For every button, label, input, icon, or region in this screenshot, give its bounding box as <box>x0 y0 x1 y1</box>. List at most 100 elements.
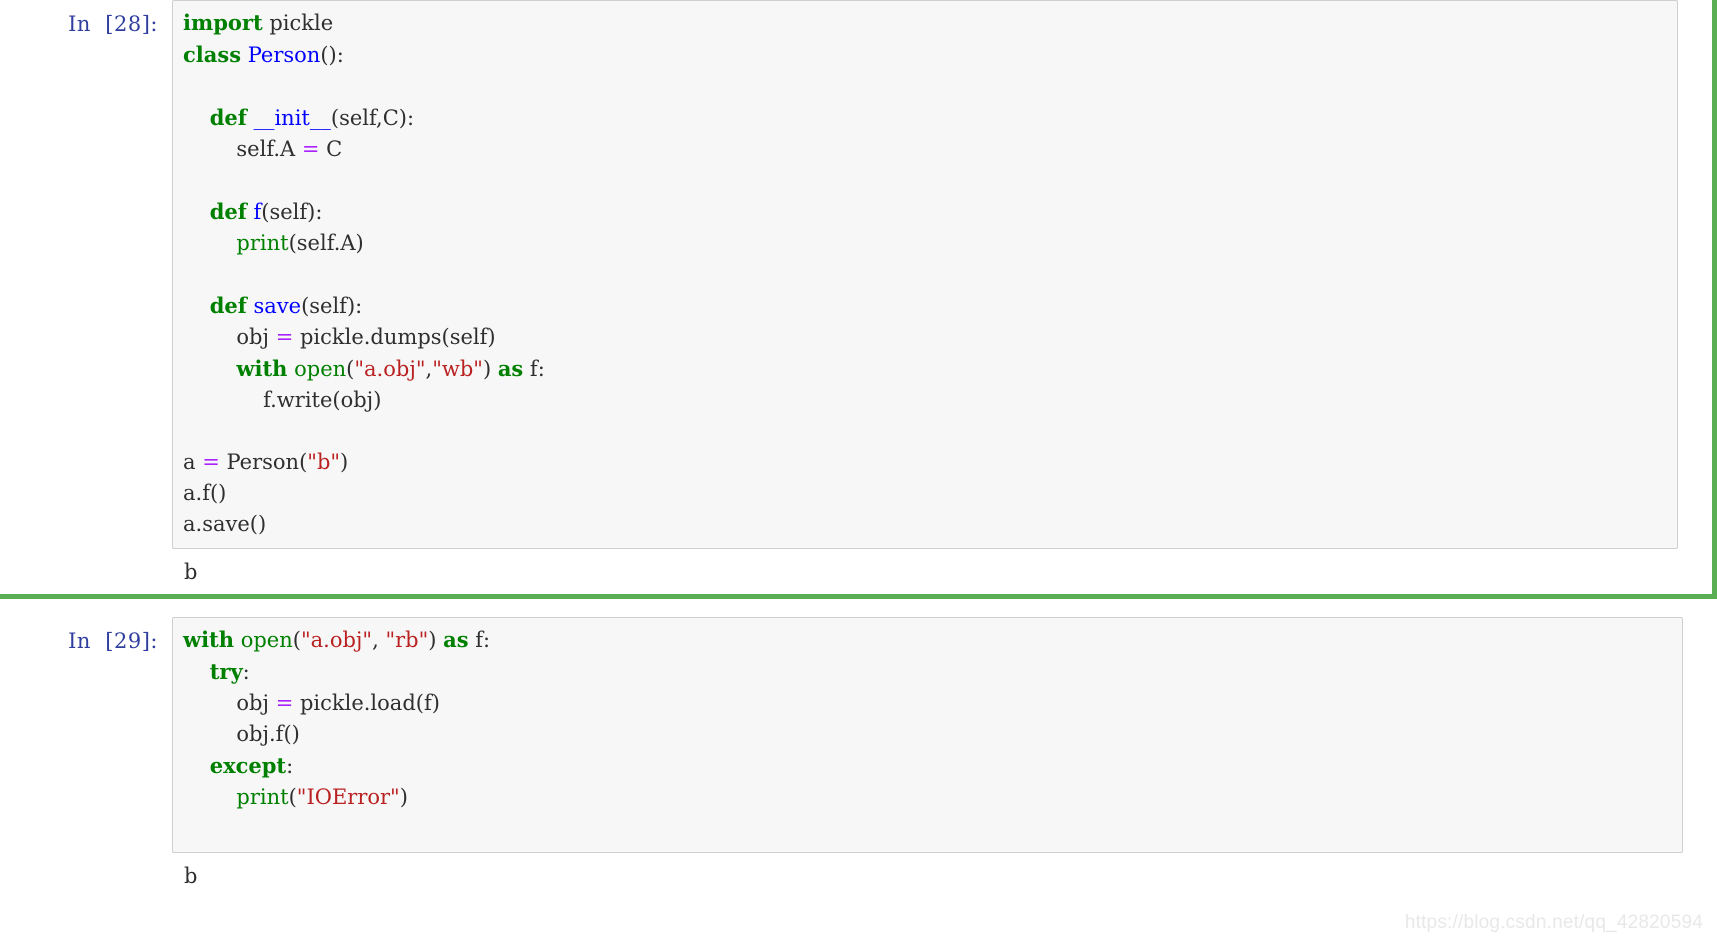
code-token-k: def <box>210 293 247 318</box>
code-token-n: pickle.dumps(self) <box>293 325 495 349</box>
input-prompt: In [28]: <box>0 0 172 40</box>
code-token-n: ) <box>483 357 498 381</box>
code-token-nf: save <box>253 294 301 318</box>
notebook-container: In [28]:import pickleclass Person(): def… <box>0 0 1717 942</box>
code-token-n: ( <box>289 785 297 809</box>
cell-input-row: In [28]:import pickleclass Person(): def… <box>0 0 1712 549</box>
code-token-n <box>183 106 210 130</box>
code-line: print(self.A) <box>183 228 1669 259</box>
code-token-n: (self,C): <box>331 106 414 130</box>
code-line <box>183 165 1669 196</box>
code-token-s: "b" <box>307 450 340 474</box>
code-token-n: ) <box>428 628 443 652</box>
code-line: class Person(): <box>183 39 1669 71</box>
code-line: def __init__(self,C): <box>183 102 1669 134</box>
code-line: def f(self): <box>183 196 1669 228</box>
code-token-n: C <box>319 137 342 161</box>
output-area: b <box>172 549 1678 594</box>
code-token-n: (self): <box>261 200 322 224</box>
code-line: def save(self): <box>183 290 1669 322</box>
code-token-n <box>241 43 248 67</box>
code-editor[interactable]: import pickleclass Person(): def __init_… <box>172 0 1678 549</box>
stdout-stream: b <box>184 557 1678 588</box>
code-token-o: = <box>202 450 220 474</box>
code-token-n: self.A <box>183 137 302 161</box>
code-token-k: class <box>183 42 241 67</box>
code-token-n: ( <box>293 628 301 652</box>
code-line: f.write(obj) <box>183 385 1669 416</box>
code-token-nb: print <box>236 785 288 809</box>
code-token-n: ) <box>400 785 408 809</box>
code-source[interactable]: import pickleclass Person(): def __init_… <box>183 7 1669 540</box>
code-token-o: = <box>302 137 320 161</box>
code-token-s: "wb" <box>432 357 483 381</box>
code-token-k: def <box>210 199 247 224</box>
code-line: a.f() <box>183 478 1669 509</box>
code-token-n: : <box>286 754 293 778</box>
code-token-n <box>234 628 241 652</box>
code-line <box>183 416 1669 447</box>
code-token-n <box>183 294 210 318</box>
code-token-n <box>183 231 236 255</box>
code-token-n: f: <box>469 628 491 652</box>
code-line: with open("a.obj", "rb") as f: <box>183 624 1674 656</box>
code-source[interactable]: with open("a.obj", "rb") as f: try: obj … <box>183 624 1674 844</box>
code-token-n <box>183 754 210 778</box>
cell-input-row: In [29]: with open("a.obj", "rb") as f: t… <box>0 617 1717 853</box>
output-prompt <box>0 549 172 589</box>
code-token-n: obj <box>183 325 276 349</box>
code-token-n: f: <box>523 357 545 381</box>
code-token-n: obj <box>183 691 276 715</box>
code-token-n: obj.f() <box>183 722 300 746</box>
code-token-o: = <box>276 691 294 715</box>
code-token-n: f.write(obj) <box>183 388 381 412</box>
code-line: print("IOError") <box>183 782 1674 813</box>
code-token-n: (self.A) <box>289 231 364 255</box>
cell-output-row: b <box>0 853 1717 898</box>
code-token-n: pickle.load(f) <box>293 691 440 715</box>
code-token-k: as <box>443 627 468 652</box>
code-line: a.save() <box>183 509 1669 540</box>
code-token-s: "a.obj" <box>354 357 425 381</box>
code-cell[interactable]: In [28]:import pickleclass Person(): def… <box>0 0 1717 599</box>
code-line: obj = pickle.dumps(self) <box>183 322 1669 353</box>
code-line: a = Person("b") <box>183 447 1669 478</box>
code-token-n <box>183 357 236 381</box>
code-token-n: Person( <box>220 450 307 474</box>
code-line <box>183 71 1669 102</box>
code-line: try: <box>183 656 1674 688</box>
code-token-k: import <box>183 10 263 35</box>
code-token-nb: print <box>236 231 288 255</box>
stdout-stream: b <box>184 861 1683 892</box>
code-token-s: "a.obj" <box>301 628 372 652</box>
code-token-n: (): <box>320 43 343 67</box>
code-line <box>183 813 1674 844</box>
code-line: with open("a.obj","wb") as f: <box>183 353 1669 385</box>
output-area: b <box>172 853 1683 898</box>
code-token-k: except <box>210 753 286 778</box>
cell-list: In [28]:import pickleclass Person(): def… <box>0 0 1717 898</box>
code-cell[interactable]: In [29]: with open("a.obj", "rb") as f: t… <box>0 617 1717 898</box>
code-token-nf: __init__ <box>253 106 330 130</box>
code-token-n: ) <box>340 450 348 474</box>
code-token-n <box>183 200 210 224</box>
code-token-n: (self): <box>301 294 362 318</box>
code-line: obj.f() <box>183 719 1674 750</box>
code-token-k: with <box>236 356 287 381</box>
cell-spacer <box>0 599 1717 617</box>
code-token-n <box>183 660 210 684</box>
code-line: import pickle <box>183 7 1669 39</box>
code-token-k: def <box>210 105 247 130</box>
output-prompt <box>0 853 172 893</box>
code-editor[interactable]: with open("a.obj", "rb") as f: try: obj … <box>172 617 1683 853</box>
code-token-k: as <box>498 356 523 381</box>
code-token-s: "rb" <box>385 628 428 652</box>
code-token-k: try <box>210 659 243 684</box>
input-prompt: In [29]: <box>0 617 172 657</box>
watermark-text: https://blog.csdn.net/qq_42820594 <box>1405 912 1703 934</box>
code-token-nb: open <box>294 357 346 381</box>
cell-output-row: b <box>0 549 1712 594</box>
code-token-n <box>183 785 236 809</box>
code-token-nb: open <box>241 628 293 652</box>
code-token-nf: Person <box>248 43 321 67</box>
